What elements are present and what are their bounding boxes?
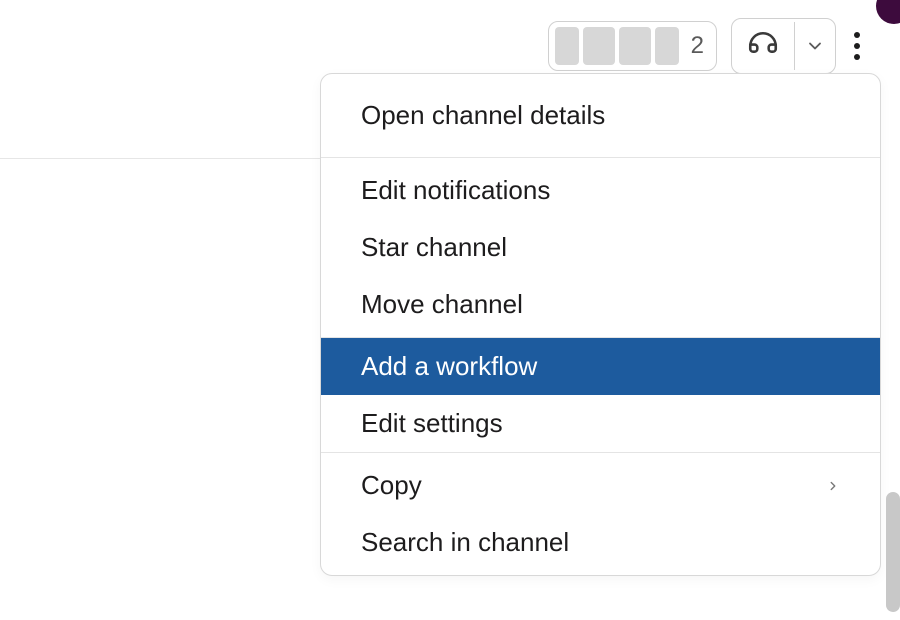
huddle-menu-button[interactable]	[795, 26, 835, 66]
dot-icon	[854, 43, 860, 49]
menu-item-label: Star channel	[361, 232, 507, 263]
dot-icon	[854, 32, 860, 38]
header-controls: 2	[548, 18, 864, 74]
menu-section: Add a workflow Edit settings	[321, 338, 880, 452]
menu-item-copy[interactable]: Copy	[321, 457, 880, 514]
chevron-down-icon	[805, 36, 825, 56]
member-list-button[interactable]: 2	[548, 21, 717, 71]
menu-item-edit-notifications[interactable]: Edit notifications	[321, 162, 880, 219]
menu-item-label: Search in channel	[361, 527, 569, 558]
channel-actions-menu: Open channel details Edit notifications …	[320, 73, 881, 576]
dot-icon	[854, 54, 860, 60]
menu-section: Copy Search in channel	[321, 453, 880, 575]
headphones-icon	[746, 29, 780, 63]
huddle-group	[731, 18, 836, 74]
scrollbar-thumb[interactable]	[886, 492, 900, 612]
menu-item-star-channel[interactable]: Star channel	[321, 219, 880, 276]
menu-item-label: Open channel details	[361, 100, 605, 131]
menu-item-label: Edit notifications	[361, 175, 550, 206]
corner-accent	[876, 0, 900, 24]
menu-item-open-details[interactable]: Open channel details	[321, 74, 880, 157]
menu-item-move-channel[interactable]: Move channel	[321, 276, 880, 333]
avatar-placeholder	[619, 27, 651, 65]
avatar-placeholder	[555, 27, 579, 65]
member-count: 2	[683, 32, 706, 60]
menu-item-label: Copy	[361, 470, 422, 501]
menu-section: Edit notifications Star channel Move cha…	[321, 158, 880, 337]
menu-item-label: Add a workflow	[361, 351, 537, 382]
header-divider	[0, 158, 320, 159]
menu-item-search-in-channel[interactable]: Search in channel	[321, 514, 880, 571]
huddle-button[interactable]	[732, 19, 794, 73]
more-actions-button[interactable]	[850, 24, 864, 68]
avatar-placeholder	[655, 27, 679, 65]
menu-item-label: Edit settings	[361, 408, 503, 439]
menu-item-edit-settings[interactable]: Edit settings	[321, 395, 880, 452]
menu-item-add-workflow[interactable]: Add a workflow	[321, 338, 880, 395]
chevron-right-icon	[826, 479, 840, 493]
menu-item-label: Move channel	[361, 289, 523, 320]
avatar-placeholder	[583, 27, 615, 65]
